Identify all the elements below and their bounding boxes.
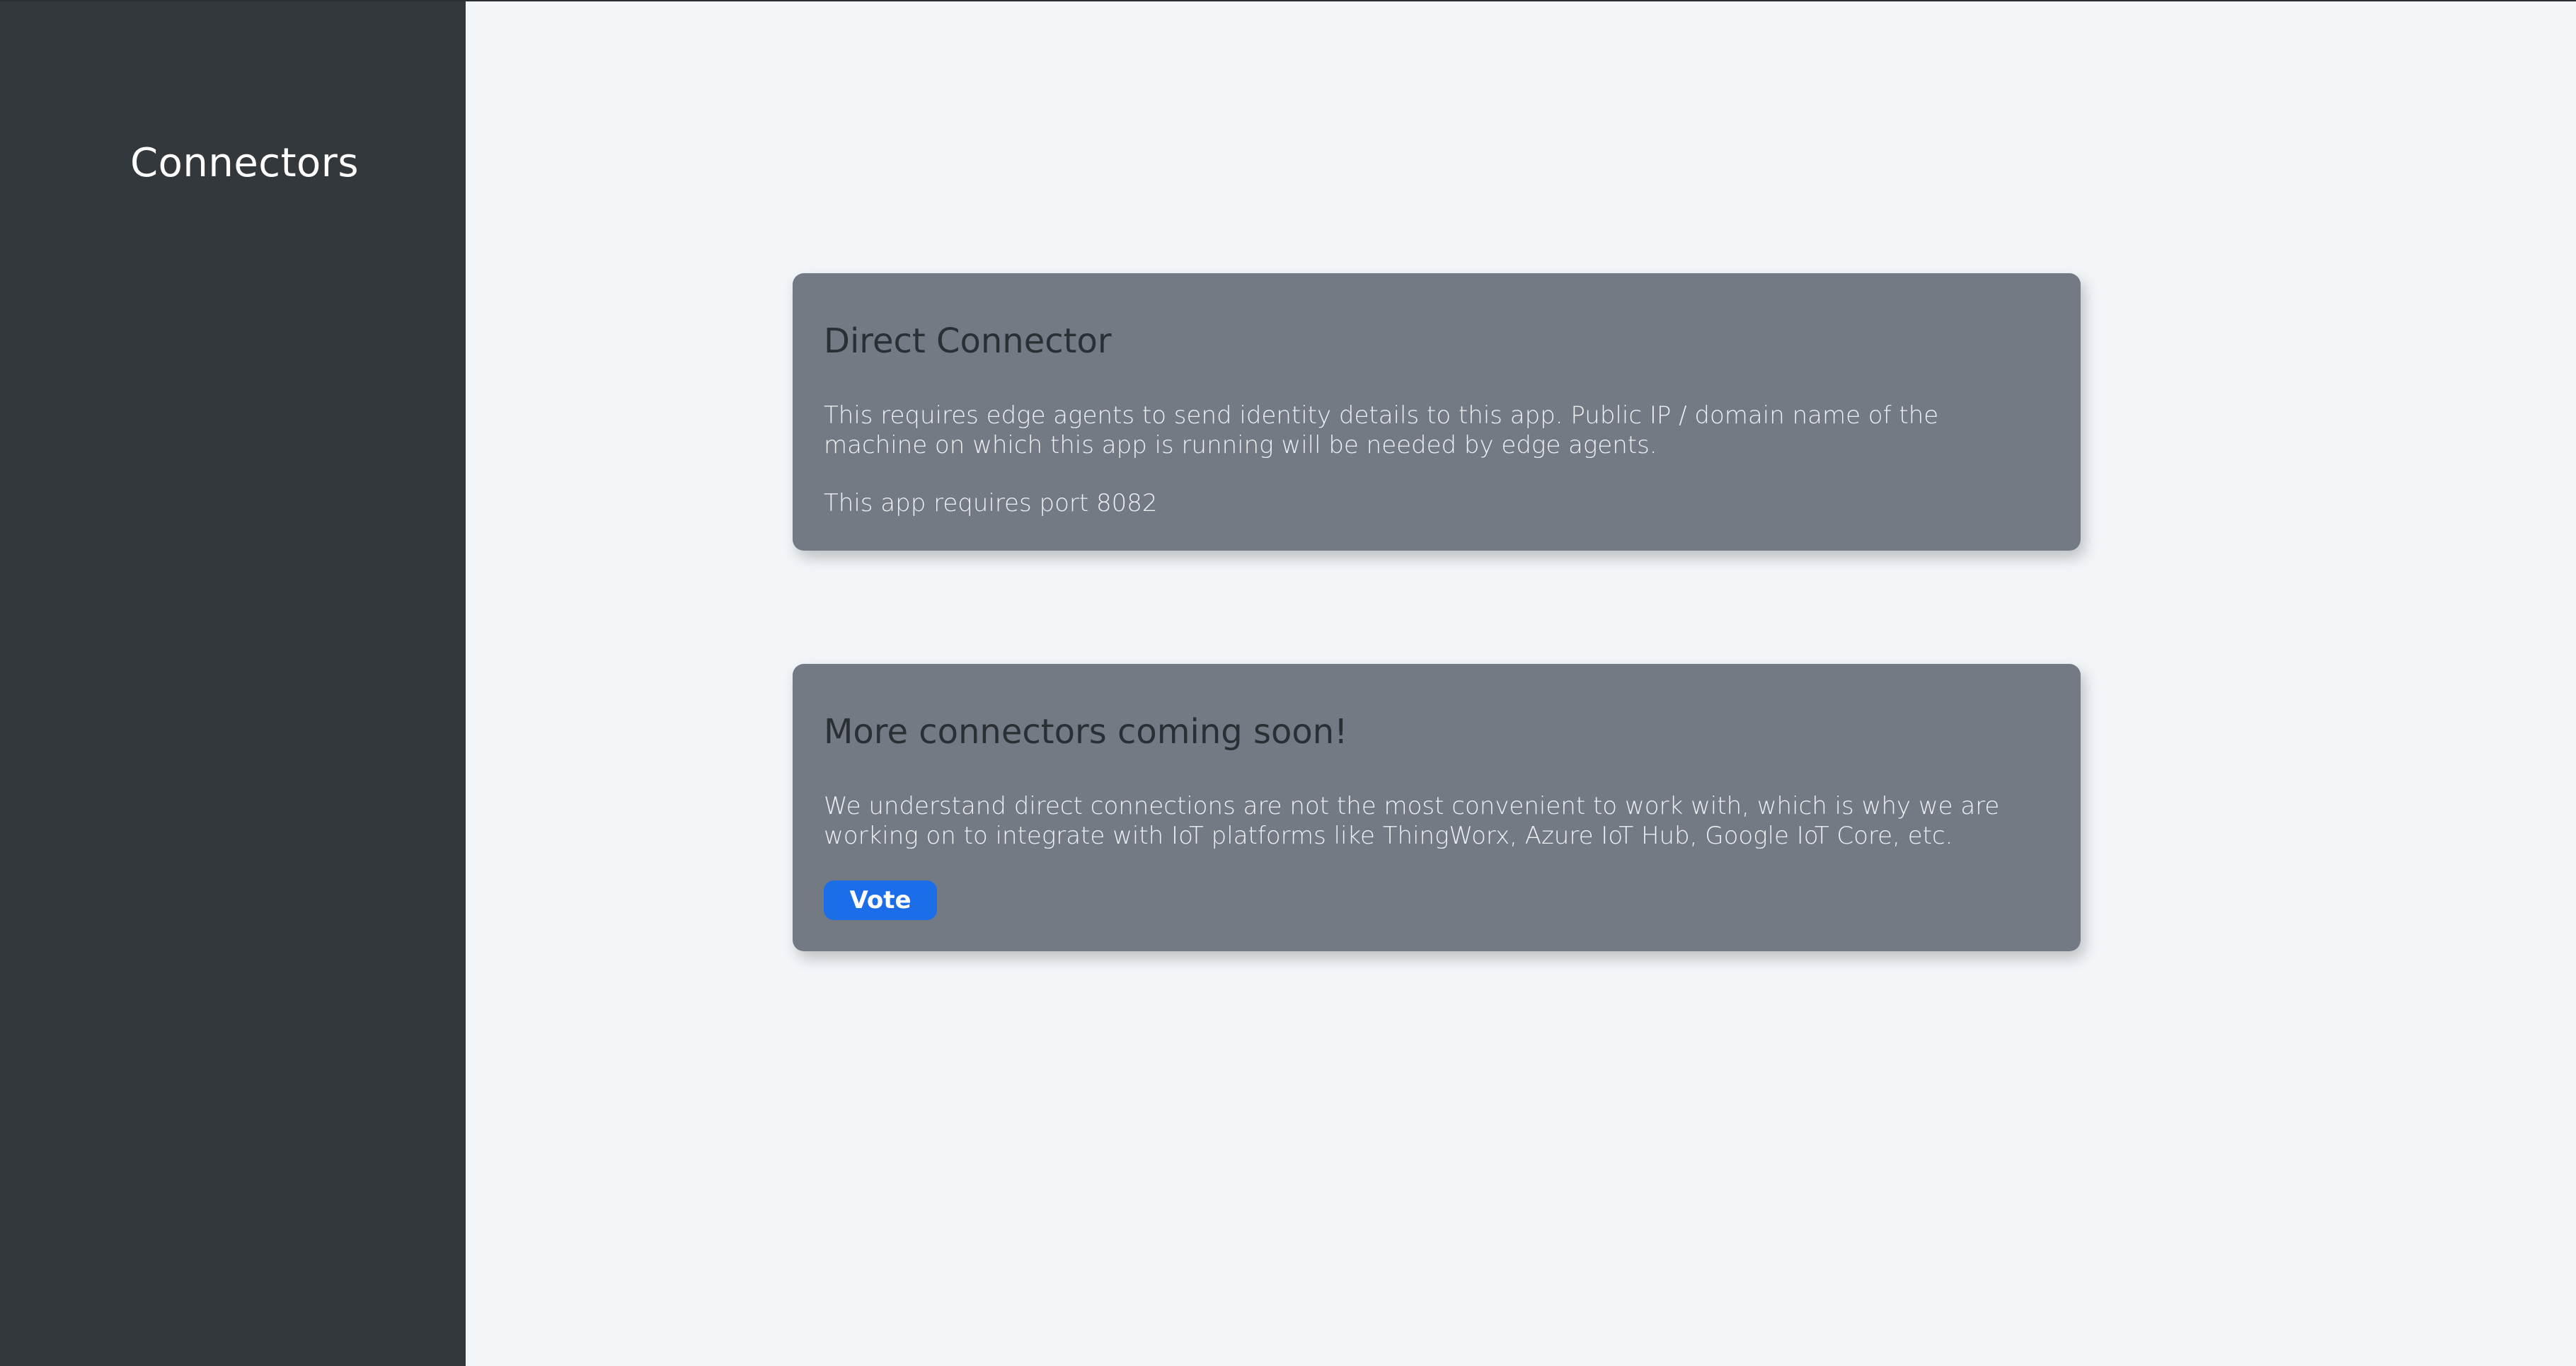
sidebar: Connectors bbox=[0, 1, 466, 1366]
vote-button[interactable]: Vote bbox=[824, 880, 937, 920]
more-connectors-title: More connectors coming soon! bbox=[824, 712, 1348, 752]
more-connectors-card: More connectors coming soon! We understa… bbox=[793, 664, 2081, 951]
direct-connector-title: Direct Connector bbox=[824, 321, 1112, 361]
app-window: Connectors Direct Connector This require… bbox=[0, 0, 2576, 1366]
port-requirement-text: This app requires port 8082 bbox=[824, 489, 1158, 517]
direct-connector-card: Direct Connector This requires edge agen… bbox=[793, 273, 2081, 551]
sidebar-title: Connectors bbox=[130, 140, 360, 186]
direct-connector-description: This requires edge agents to send identi… bbox=[824, 401, 1939, 459]
more-connectors-description: We understand direct connections are not… bbox=[824, 792, 2000, 850]
